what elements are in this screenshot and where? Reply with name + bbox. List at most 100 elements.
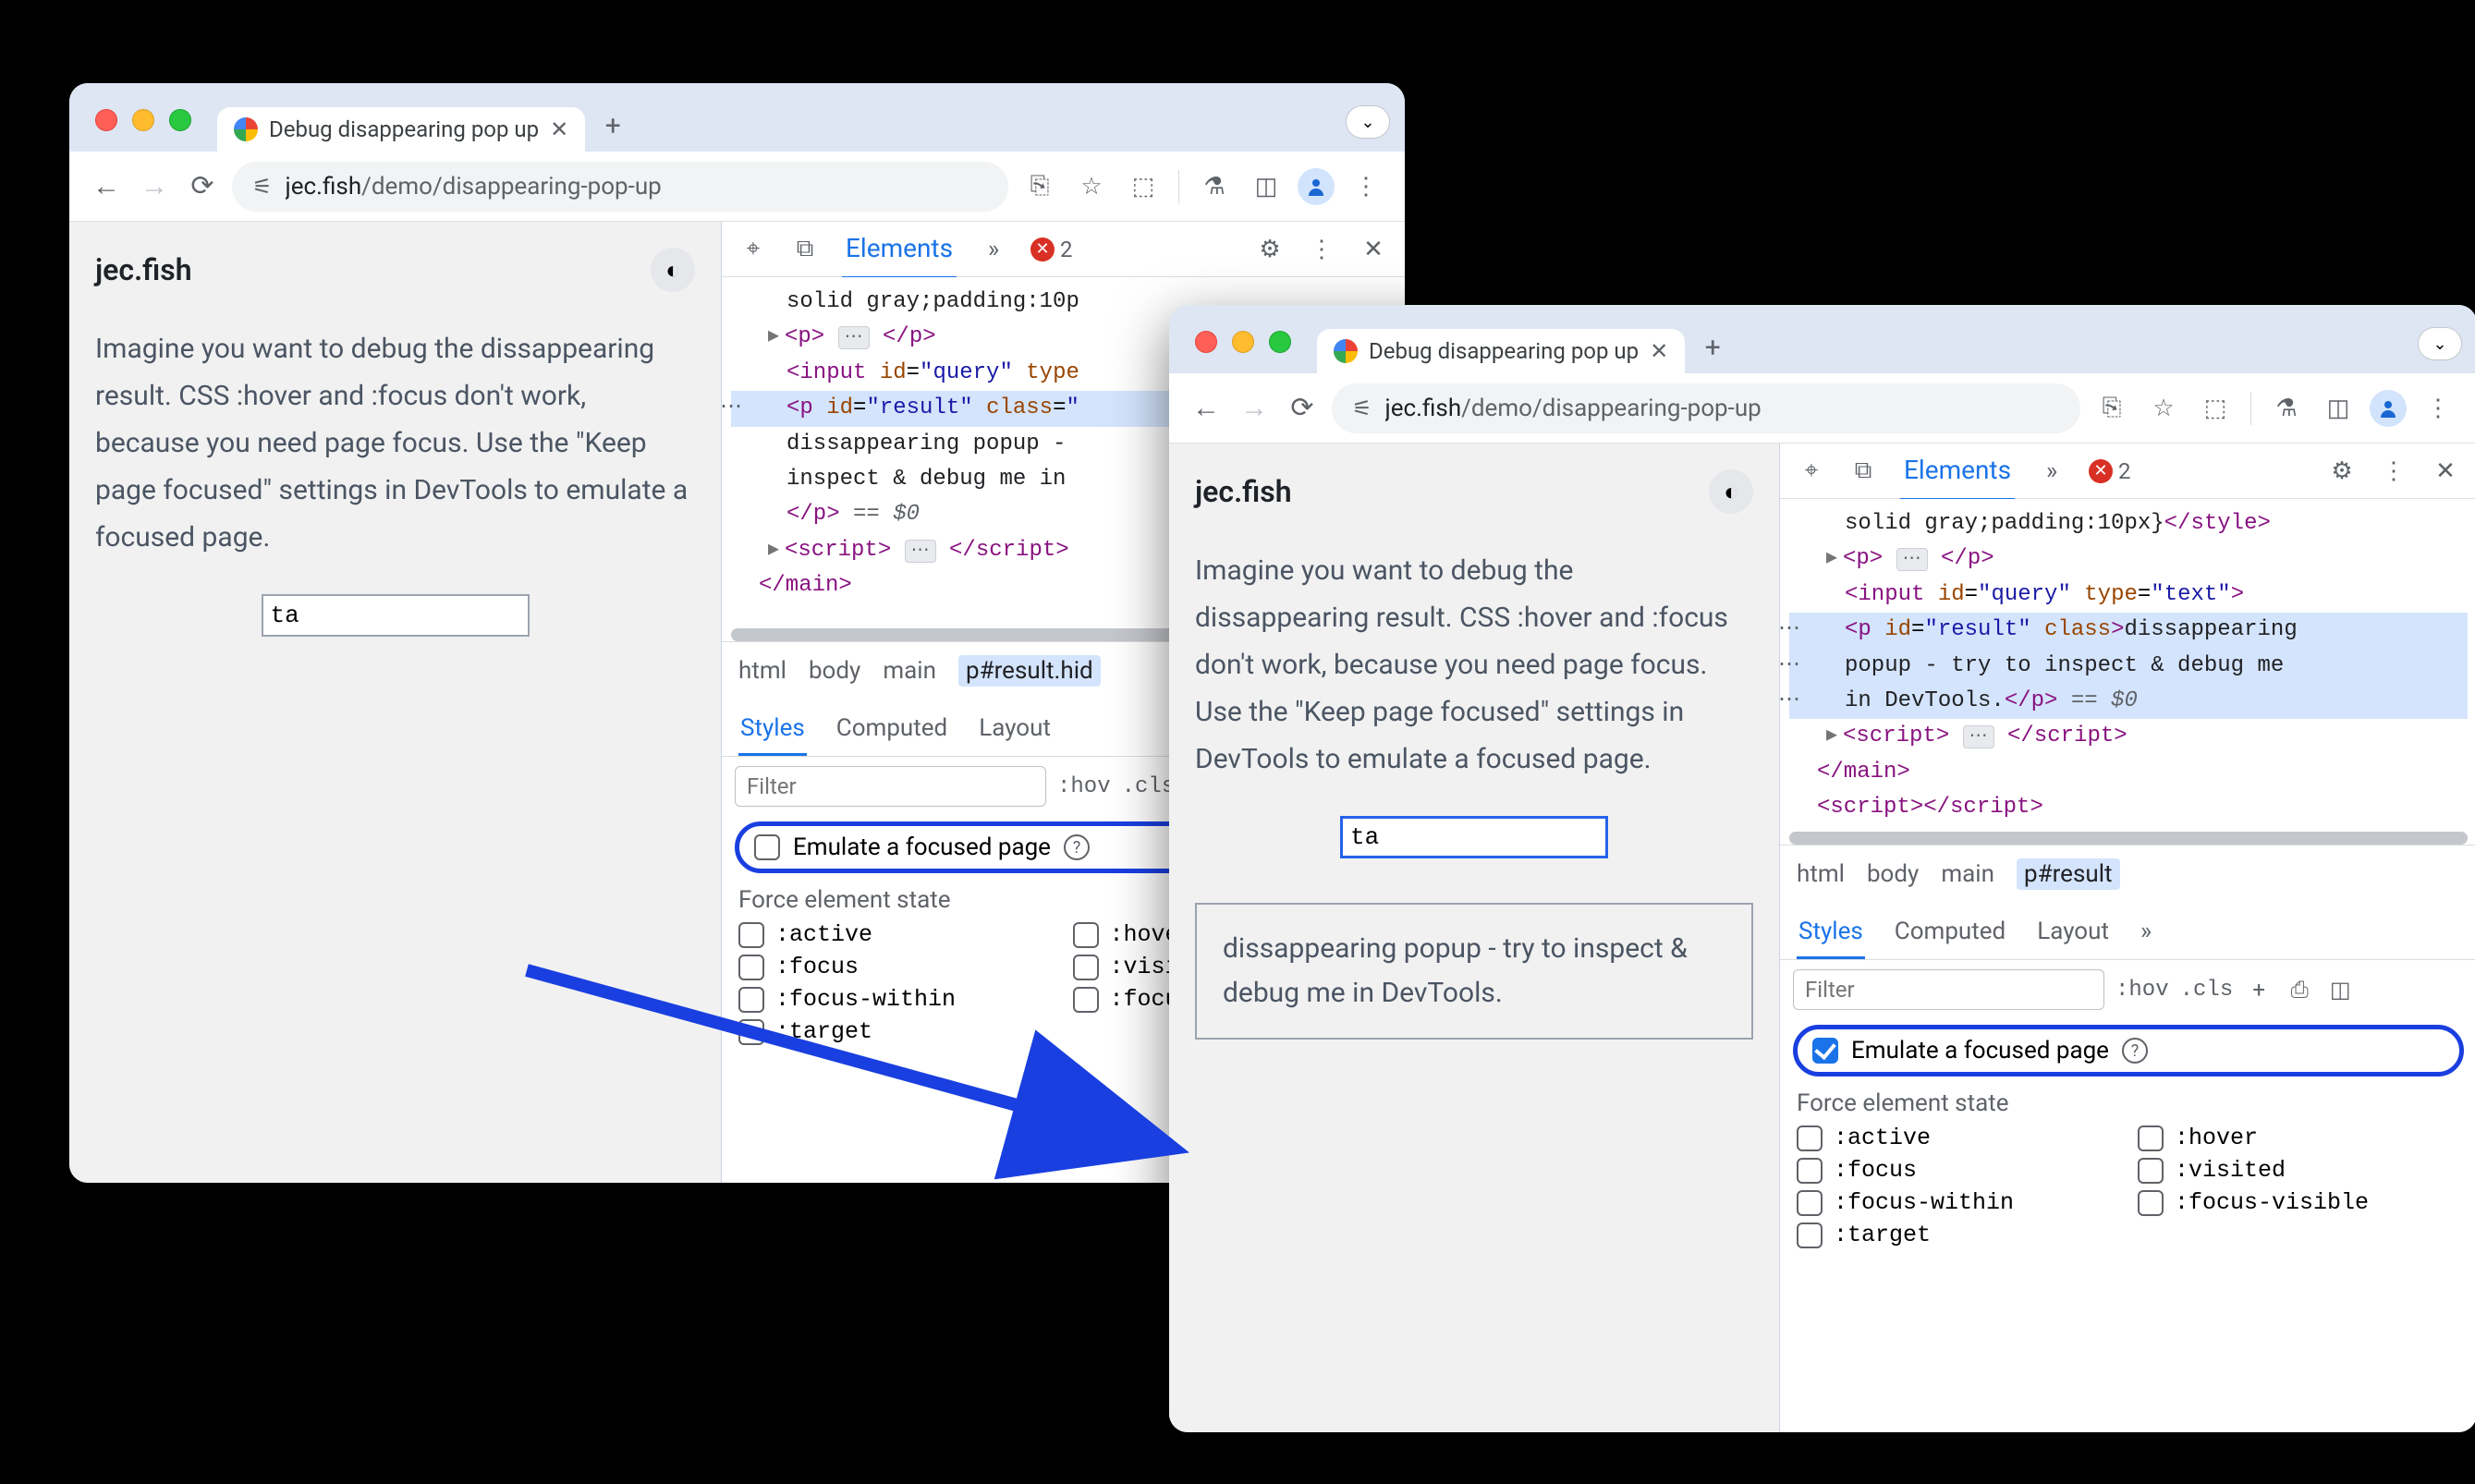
help-icon[interactable]: ? (1064, 834, 1090, 860)
maximize-window-button[interactable] (1269, 331, 1291, 353)
help-icon[interactable]: ? (2122, 1038, 2148, 1064)
tab-computed[interactable]: Computed (1893, 906, 2007, 959)
tab-styles[interactable]: Styles (738, 703, 807, 756)
tab-computed[interactable]: Computed (835, 703, 949, 756)
elements-tab[interactable]: Elements (842, 222, 957, 279)
profile-avatar[interactable] (1298, 168, 1335, 205)
styles-filter-input[interactable] (735, 766, 1046, 807)
state-focus[interactable]: :focus (738, 954, 1055, 980)
bookmark-icon[interactable]: ☆ (1071, 166, 1112, 207)
state-target[interactable]: :target (738, 1018, 1055, 1045)
crumb-main[interactable]: main (883, 657, 936, 685)
new-tab-button[interactable]: + (592, 105, 633, 146)
extensions-icon[interactable]: ⬚ (1123, 166, 1164, 207)
install-app-icon[interactable]: ⎘ (1019, 166, 1060, 207)
install-app-icon[interactable]: ⎘ (2091, 388, 2132, 429)
emulate-checkbox-checked[interactable] (1812, 1038, 1838, 1064)
dom-line-selected[interactable]: popup - try to inspect & debug me (1789, 649, 2468, 684)
cls-toggle[interactable]: .cls (1122, 774, 1176, 799)
tab-list-dropdown[interactable]: ⌄ (2418, 327, 2462, 360)
menu-kebab-icon[interactable]: ⋮ (2418, 388, 2458, 429)
toggle-sidebar-icon[interactable]: ◫ (2325, 977, 2355, 1003)
more-tabs-icon[interactable]: » (2139, 906, 2153, 959)
minimize-window-button[interactable] (1232, 331, 1254, 353)
labs-icon[interactable]: ⚗ (1194, 166, 1235, 207)
cls-toggle[interactable]: .cls (2180, 978, 2234, 1003)
query-input[interactable] (1340, 816, 1608, 858)
tab-layout[interactable]: Layout (977, 703, 1053, 756)
elements-tab[interactable]: Elements (1900, 444, 2015, 501)
settings-gear-icon[interactable]: ⚙ (1255, 236, 1285, 263)
url-field[interactable]: ⚟ jec.fish/demo/disappearing-pop-up (232, 162, 1008, 212)
horizontal-scrollbar[interactable] (1789, 832, 2468, 845)
hov-toggle[interactable]: :hov (2115, 978, 2169, 1003)
device-toggle-icon[interactable]: ⧉ (790, 235, 820, 263)
minimize-window-button[interactable] (132, 109, 154, 131)
error-indicator[interactable]: ✕ 2 (1030, 237, 1073, 262)
query-input[interactable] (262, 594, 530, 637)
more-tabs-icon[interactable]: » (979, 236, 1008, 263)
url-field[interactable]: ⚟ jec.fish/demo/disappearing-pop-up (1332, 383, 2080, 433)
close-window-button[interactable] (95, 109, 117, 131)
side-panel-icon[interactable]: ◫ (2318, 388, 2359, 429)
inspect-icon[interactable]: ⌖ (1797, 456, 1826, 485)
forward-button[interactable]: → (1236, 390, 1273, 427)
browser-tab[interactable]: Debug disappearing pop up ✕ (1317, 329, 1685, 373)
inspect-icon[interactable]: ⌖ (738, 235, 768, 263)
back-button[interactable]: ← (1188, 390, 1225, 427)
reload-button[interactable]: ⟳ (1284, 390, 1321, 427)
crumb-result[interactable]: p#result.hid (958, 655, 1101, 687)
dom-line[interactable]: <input id="query" type="text"> (1789, 578, 2468, 613)
close-window-button[interactable] (1195, 331, 1217, 353)
state-hover[interactable]: :hover (2138, 1125, 2460, 1151)
close-tab-button[interactable]: ✕ (550, 116, 568, 142)
emulate-focused-page-row[interactable]: Emulate a focused page ? (1793, 1025, 2464, 1077)
device-toggle-icon[interactable]: ⧉ (1848, 456, 1878, 485)
bookmark-icon[interactable]: ☆ (2143, 388, 2184, 429)
forward-button[interactable]: → (136, 168, 173, 205)
close-devtools-icon[interactable]: ✕ (2431, 457, 2460, 485)
close-devtools-icon[interactable]: ✕ (1359, 236, 1388, 263)
styles-filter-input[interactable] (1793, 969, 2104, 1010)
crumb-main[interactable]: main (1941, 860, 1994, 888)
tab-list-dropdown[interactable]: ⌄ (1346, 105, 1390, 139)
site-info-icon[interactable]: ⚟ (252, 174, 273, 200)
tab-layout[interactable]: Layout (2035, 906, 2111, 959)
dom-line[interactable]: ▸<script> ⋯ </script> (1789, 719, 2468, 754)
state-focus[interactable]: :focus (1797, 1157, 2119, 1184)
dom-line-selected[interactable]: in DevTools.</p> == $0 (1789, 684, 2468, 719)
error-indicator[interactable]: ✕ 2 (2089, 458, 2131, 484)
side-panel-icon[interactable]: ◫ (1246, 166, 1286, 207)
new-tab-button[interactable]: + (1692, 327, 1733, 368)
hov-toggle[interactable]: :hov (1057, 774, 1111, 799)
browser-tab[interactable]: Debug disappearing pop up ✕ (217, 107, 585, 152)
crumb-body[interactable]: body (809, 657, 860, 685)
dom-line-selected[interactable]: <p id="result" class>dissappearing (1789, 613, 2468, 648)
devtools-kebab-icon[interactable]: ⋮ (2379, 457, 2408, 485)
more-tabs-icon[interactable]: » (2037, 457, 2067, 485)
computed-styles-icon[interactable]: ⎙ (2285, 977, 2314, 1003)
dom-line[interactable]: <script></script> (1789, 790, 2468, 825)
crumb-body[interactable]: body (1867, 860, 1919, 888)
emulate-checkbox-unchecked[interactable] (754, 834, 780, 860)
crumb-html[interactable]: html (1797, 860, 1845, 888)
close-tab-button[interactable]: ✕ (1650, 338, 1668, 364)
site-info-icon[interactable]: ⚟ (1352, 395, 1372, 421)
state-focus-visible[interactable]: :focus-visible (2138, 1189, 2460, 1216)
state-active[interactable]: :active (738, 921, 1055, 948)
state-active[interactable]: :active (1797, 1125, 2119, 1151)
settings-gear-icon[interactable]: ⚙ (2327, 457, 2357, 485)
dom-tree[interactable]: solid gray;padding:10px}</style> ▸<p> ⋯ … (1780, 499, 2475, 832)
state-focus-within[interactable]: :focus-within (1797, 1189, 2119, 1216)
crumb-result[interactable]: p#result (2017, 858, 2120, 890)
dom-line[interactable]: ▸<p> ⋯ </p> (1789, 541, 2468, 577)
labs-icon[interactable]: ⚗ (2266, 388, 2307, 429)
state-visited[interactable]: :visited (2138, 1157, 2460, 1184)
theme-toggle-button[interactable]: ◐ (1709, 469, 1753, 514)
profile-avatar[interactable] (2370, 390, 2407, 427)
menu-kebab-icon[interactable]: ⋮ (1346, 166, 1386, 207)
reload-button[interactable]: ⟳ (184, 168, 221, 205)
back-button[interactable]: ← (88, 168, 125, 205)
state-target[interactable]: :target (1797, 1222, 2119, 1248)
extensions-icon[interactable]: ⬚ (2195, 388, 2236, 429)
